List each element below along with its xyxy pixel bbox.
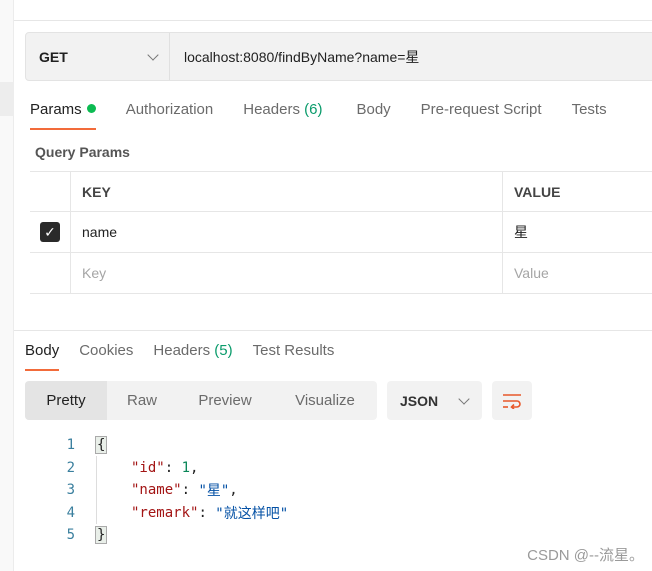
table-header: KEY VALUE [30,171,652,212]
header-value: VALUE [514,183,561,200]
brace: { [95,436,108,455]
tab-response-headers[interactable]: Headers (5) [153,342,232,372]
headers-count: (6) [304,101,323,118]
mode-raw[interactable]: Raw [107,381,177,420]
json-key: "id" [131,459,165,476]
format-label: JSON [400,392,439,409]
tab-label: Headers [153,342,211,359]
tab-authorization[interactable]: Authorization [126,101,214,131]
mode-preview[interactable]: Preview [177,381,273,420]
mode-pretty[interactable]: Pretty [25,381,107,420]
json-key: "name" [131,482,182,499]
brace: } [95,526,108,545]
value-input[interactable]: Value [503,265,652,281]
response-body-code: 1{ 2 "id": 1, 3 "name": "星", 4 "remark": "就… [55,434,288,547]
code-line: 2 "id": 1, [55,457,288,480]
key-input[interactable]: Key [71,253,503,293]
param-key[interactable]: name [71,212,503,252]
code-line: 3 "name": "星", [55,479,288,502]
chevron-down-icon [147,48,159,61]
view-mode-selector: Pretty Raw Preview Visualize [25,381,377,420]
check-cell: ✓ [30,212,71,252]
mode-visualize[interactable]: Visualize [273,381,377,420]
tab-params[interactable]: Params [30,101,96,131]
code-line: 5} [55,524,288,547]
method-label: GET [39,48,68,65]
json-key: "remark" [131,504,199,521]
tab-label: Headers [243,101,300,118]
line-number: 1 [66,437,75,454]
divider [14,330,652,331]
tab-headers[interactable]: Headers (6) [243,101,322,131]
format-select[interactable]: JSON [387,381,482,420]
table-row-empty: Key Value [30,253,652,294]
tab-body[interactable]: Body [356,101,390,131]
json-value: "星" [198,483,230,500]
status-dot-icon [86,104,96,113]
tab-label: Params [30,101,82,118]
chevron-down-icon [458,392,470,405]
tab-cookies[interactable]: Cookies [79,342,133,372]
sidebar-selected [0,82,14,116]
code-line: 1{ [55,434,288,457]
line-number: 5 [66,527,75,544]
wrap-lines-button[interactable] [492,381,532,420]
tab-test-results[interactable]: Test Results [253,342,335,372]
checkbox-checked-icon[interactable]: ✓ [40,222,60,242]
request-tabs: Params Authorization Headers (6) Body Pr… [30,101,637,131]
url-input[interactable]: localhost:8080/findByName?name=星 [170,47,419,67]
params-table: KEY VALUE ✓ name 星 Key Value [30,171,652,294]
tab-response-body[interactable]: Body [25,342,60,372]
param-value[interactable]: 星 [503,222,652,242]
line-number: 2 [66,459,75,476]
response-tabs: Body Cookies Headers (5) Test Results [25,342,354,372]
line-number: 3 [66,482,75,499]
wrap-lines-icon [503,393,521,409]
watermark: CSDN @--流星。 [527,547,644,564]
json-value: 1 [181,459,191,476]
query-params-title: Query Params [35,144,130,160]
header-check-cell [30,172,71,211]
tab-pre-request-script[interactable]: Pre-request Script [421,101,542,131]
tab-tests[interactable]: Tests [572,101,607,131]
method-select[interactable]: GET [26,33,170,80]
header-key: KEY [71,172,503,211]
code-line: 4 "remark": "就这样吧" [55,502,289,525]
json-value: "就这样吧" [215,505,289,522]
table-row: ✓ name 星 [30,212,652,253]
line-number: 4 [66,504,75,521]
divider [14,20,652,21]
check-cell [30,253,71,293]
url-bar: GET localhost:8080/findByName?name=星 [25,32,652,81]
headers-count: (5) [214,342,233,359]
